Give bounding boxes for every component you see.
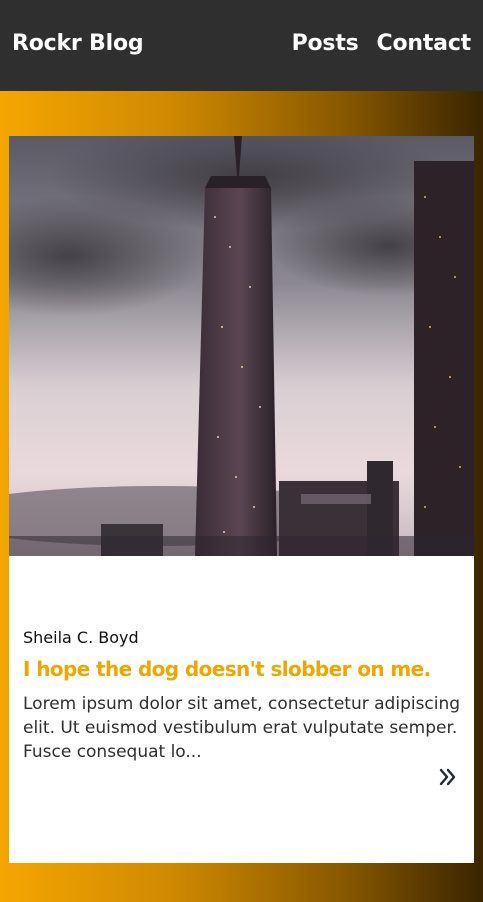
post-title[interactable]: I hope the dog doesn't slobber on me. xyxy=(23,657,468,681)
post-card[interactable]: Sheila C. Boyd I hope the dog doesn't sl… xyxy=(9,136,474,863)
post-author: Sheila C. Boyd xyxy=(23,628,139,647)
post-body: Sheila C. Boyd I hope the dog doesn't sl… xyxy=(9,556,474,863)
site-header: Rockr Blog Posts Contact xyxy=(0,0,483,91)
post-image xyxy=(9,136,474,556)
featured-section: Sheila C. Boyd I hope the dog doesn't sl… xyxy=(0,91,483,902)
brand-link[interactable]: Rockr Blog xyxy=(12,31,144,56)
nav-posts-link[interactable]: Posts xyxy=(292,31,359,56)
main-nav: Posts Contact xyxy=(292,31,472,56)
post-excerpt: Lorem ipsum dolor sit amet, consectetur … xyxy=(23,694,461,762)
nav-contact-link[interactable]: Contact xyxy=(377,31,472,56)
city-skyline-photo xyxy=(9,136,474,556)
double-chevron-right-icon[interactable] xyxy=(438,767,458,787)
